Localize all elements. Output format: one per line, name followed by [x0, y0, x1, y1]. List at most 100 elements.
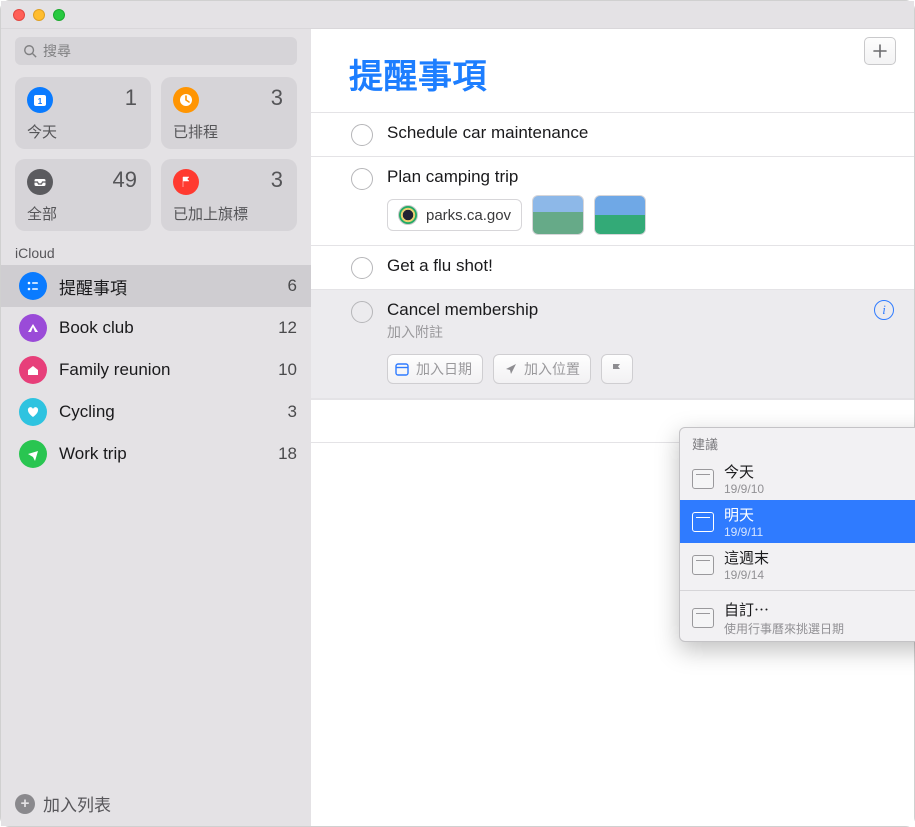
suggestion-title: 今天: [724, 461, 764, 482]
list-name: Cycling: [59, 402, 276, 422]
list-name: 提醒事項: [59, 274, 276, 299]
suggestion-title: 自訂⋯: [724, 599, 844, 620]
location-icon: [504, 362, 518, 376]
plane-icon: [19, 440, 47, 468]
list-name: Book club: [59, 318, 266, 338]
suggestion-custom[interactable]: 自訂⋯使用行事曆來挑選日期: [680, 595, 915, 641]
favicon-icon: [398, 205, 418, 225]
smart-card-today[interactable]: 1 1 今天: [15, 77, 151, 149]
image-attachment[interactable]: [532, 195, 584, 235]
flag-icon: [173, 169, 199, 195]
separator: [680, 590, 915, 591]
smart-card-flagged[interactable]: 3 已加上旗標: [161, 159, 297, 231]
sidebar-list-worktrip[interactable]: Work trip 18: [1, 433, 311, 475]
add-reminder-button[interactable]: [864, 37, 896, 65]
tent-icon: [19, 314, 47, 342]
reminder-row[interactable]: Schedule car maintenance: [311, 112, 914, 156]
calendar-icon: [692, 608, 714, 628]
reminder-row-editing[interactable]: Cancel membership 加入附註 加入日期 加入位置: [311, 289, 914, 399]
reminder-title: Get a flu shot!: [387, 256, 894, 276]
window-titlebar: [1, 1, 914, 29]
url-attachment-text: parks.ca.gov: [426, 207, 511, 224]
suggestion-date: 19/9/11: [724, 525, 763, 539]
add-location-chip[interactable]: 加入位置: [493, 354, 591, 384]
smart-card-count: 3: [271, 167, 283, 193]
complete-radio[interactable]: [351, 124, 373, 146]
search-icon: [23, 44, 37, 58]
sidebar-list-cycling[interactable]: Cycling 3: [1, 391, 311, 433]
suggestion-date: 19/9/14: [724, 568, 769, 582]
plus-circle-icon: +: [15, 794, 35, 814]
complete-radio[interactable]: [351, 257, 373, 279]
smart-card-label: 已排程: [173, 121, 218, 142]
svg-text:1: 1: [38, 97, 43, 106]
clock-icon: [173, 87, 199, 113]
home-icon: [19, 356, 47, 384]
plus-icon: [872, 43, 888, 59]
minimize-window-button[interactable]: [33, 9, 45, 21]
smart-card-label: 全部: [27, 203, 57, 224]
reminder-title[interactable]: Cancel membership: [387, 300, 860, 320]
smart-card-label: 已加上旗標: [173, 203, 248, 224]
flag-chip[interactable]: [601, 354, 633, 384]
list-count: 18: [278, 444, 297, 464]
heart-icon: [19, 398, 47, 426]
date-suggestions-popover: 建議 今天19/9/10 明天19/9/11 這週末19/9/14 自訂⋯使用行…: [679, 427, 915, 642]
smart-card-count: 1: [125, 85, 137, 111]
calendar-icon: [692, 512, 714, 532]
close-window-button[interactable]: [13, 9, 25, 21]
suggestion-date: 19/9/10: [724, 482, 764, 496]
calendar-icon: [692, 555, 714, 575]
suggestion-tomorrow[interactable]: 明天19/9/11: [680, 500, 915, 543]
search-input[interactable]: 搜尋: [15, 37, 297, 65]
add-location-label: 加入位置: [524, 359, 580, 379]
list-count: 3: [288, 402, 297, 422]
complete-radio[interactable]: [351, 168, 373, 190]
smart-card-all[interactable]: 49 全部: [15, 159, 151, 231]
smart-card-count: 49: [113, 167, 137, 193]
quick-fields: 加入日期 加入位置: [387, 354, 860, 384]
reminder-row[interactable]: Plan camping trip parks.ca.gov: [311, 156, 914, 245]
list-bullet-icon: [19, 272, 47, 300]
url-attachment-chip[interactable]: parks.ca.gov: [387, 199, 522, 231]
search-placeholder: 搜尋: [43, 41, 71, 61]
main-header: 提醒事項: [311, 29, 914, 104]
smart-card-count: 3: [271, 85, 283, 111]
zoom-window-button[interactable]: [53, 9, 65, 21]
list-count: 10: [278, 360, 297, 380]
list-name: Work trip: [59, 444, 266, 464]
image-attachment[interactable]: [594, 195, 646, 235]
reminders-list: Schedule car maintenance Plan camping tr…: [311, 104, 914, 443]
list-count: 6: [288, 276, 297, 296]
complete-radio[interactable]: [351, 301, 373, 323]
sidebar-list-reminders[interactable]: 提醒事項 6: [1, 265, 311, 307]
list-name: Family reunion: [59, 360, 266, 380]
sidebar-section-label: iCloud: [1, 239, 311, 265]
suggestion-weekend[interactable]: 這週末19/9/14: [680, 543, 915, 586]
add-list-button[interactable]: + 加入列表: [15, 791, 111, 816]
suggestion-title: 這週末: [724, 547, 769, 568]
list-title: 提醒事項: [349, 49, 487, 98]
reminder-title: Schedule car maintenance: [387, 123, 894, 143]
sidebar: 搜尋 1 1 今天 3 已排程 49 全: [1, 29, 311, 826]
sidebar-list-bookclub[interactable]: Book club 12: [1, 307, 311, 349]
calendar-icon: [394, 361, 410, 377]
smart-lists-grid: 1 1 今天 3 已排程 49 全部: [15, 77, 297, 231]
suggestion-title: 明天: [724, 504, 763, 525]
sidebar-list-family[interactable]: Family reunion 10: [1, 349, 311, 391]
add-list-label: 加入列表: [43, 791, 111, 816]
suggestion-today[interactable]: 今天19/9/10: [680, 457, 915, 500]
smart-card-scheduled[interactable]: 3 已排程: [161, 77, 297, 149]
main-pane: 提醒事項 Schedule car maintenance Plan campi…: [311, 29, 914, 826]
info-button[interactable]: i: [874, 300, 894, 320]
add-date-label: 加入日期: [416, 359, 472, 379]
popover-header: 建議: [680, 428, 915, 457]
list-count: 12: [278, 318, 297, 338]
notes-input[interactable]: 加入附註: [387, 322, 860, 342]
tray-icon: [27, 169, 53, 195]
add-date-chip[interactable]: 加入日期: [387, 354, 483, 384]
reminder-row[interactable]: Get a flu shot!: [311, 245, 914, 289]
calendar-today-icon: 1: [27, 87, 53, 113]
reminder-title: Plan camping trip: [387, 167, 894, 187]
reminder-attachments: parks.ca.gov: [387, 195, 894, 235]
